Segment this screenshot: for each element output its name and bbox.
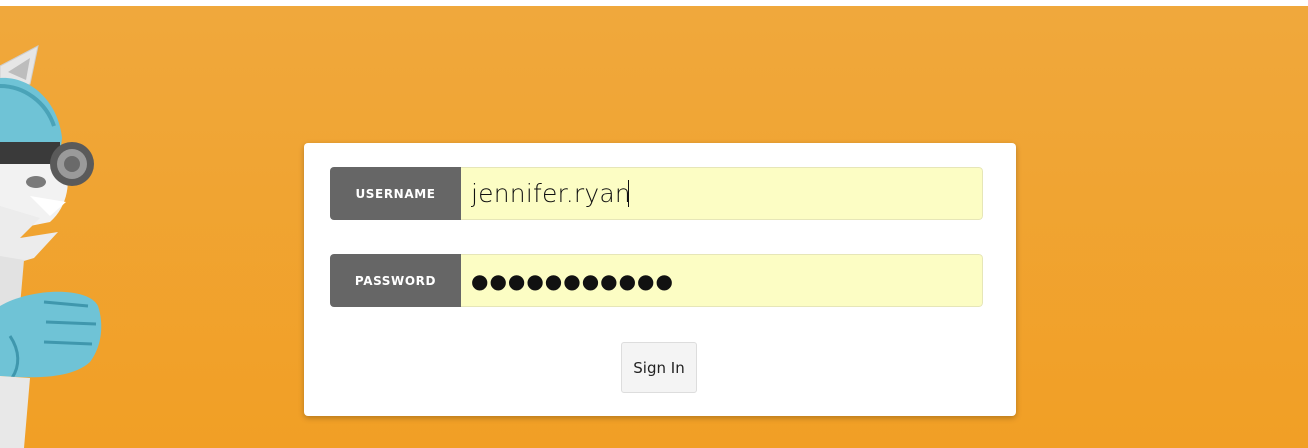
- login-background: USERNAME PASSWORD Sign In: [0, 6, 1308, 448]
- cat-mascot-icon: [0, 45, 102, 448]
- password-label: PASSWORD: [330, 254, 461, 307]
- username-field-group: USERNAME: [330, 167, 983, 220]
- password-field-group: PASSWORD: [330, 254, 983, 307]
- text-cursor: [628, 180, 629, 207]
- sign-in-button[interactable]: Sign In: [621, 342, 697, 393]
- login-form: USERNAME PASSWORD Sign In: [304, 143, 1016, 416]
- username-label: USERNAME: [330, 167, 461, 220]
- username-input[interactable]: [461, 167, 983, 220]
- password-input[interactable]: [461, 254, 983, 307]
